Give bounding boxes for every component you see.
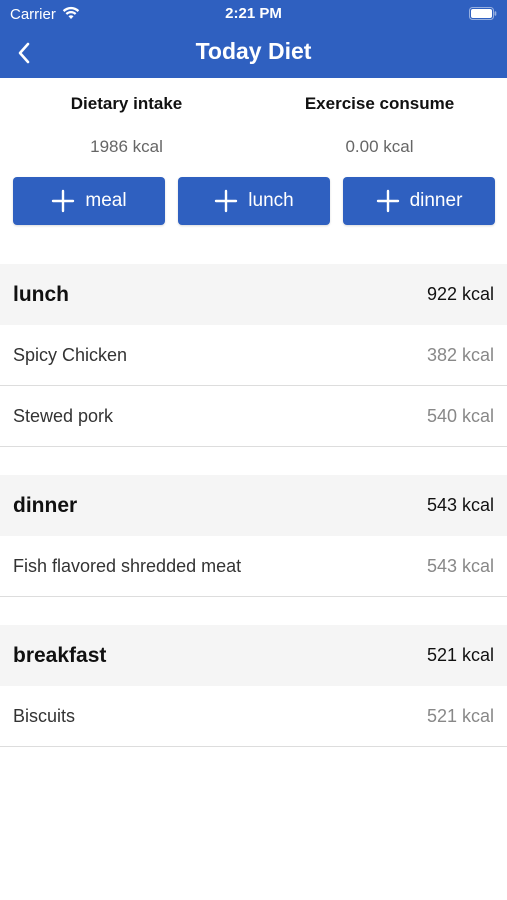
- dietary-intake-value: 1986 kcal: [90, 137, 163, 156]
- section-header-lunch: lunch 922 kcal: [0, 264, 507, 325]
- nav-header: Carrier 2:21 PM Today Diet: [0, 0, 507, 78]
- section-total-kcal: 521 kcal: [426, 645, 494, 665]
- food-row[interactable]: Biscuits 521 kcal: [0, 686, 507, 747]
- plus-icon: [376, 189, 399, 213]
- section-total-kcal: 543 kcal: [426, 495, 494, 515]
- food-name: Biscuits: [13, 705, 76, 726]
- food-kcal: 521 kcal: [426, 705, 494, 726]
- plus-icon: [52, 189, 75, 213]
- exercise-consume-value: 0.00 kcal: [345, 137, 414, 156]
- section-header-dinner: dinner 543 kcal: [0, 475, 507, 536]
- food-name: Fish flavored shredded meat: [13, 555, 242, 576]
- status-time: 2:21 PM: [225, 5, 282, 22]
- dietary-intake-panel: Dietary intake 1986 kcal: [0, 78, 253, 157]
- food-name: Stewed pork: [13, 405, 114, 426]
- battery-icon: [469, 7, 497, 20]
- meal-list: lunch 922 kcal Spicy Chicken 382 kcal St…: [0, 264, 507, 747]
- exercise-consume-panel: Exercise consume 0.00 kcal: [253, 78, 506, 157]
- section-title: breakfast: [13, 643, 107, 667]
- page-title: Today Diet: [195, 38, 312, 64]
- plus-icon: [215, 189, 238, 213]
- food-kcal: 382 kcal: [426, 344, 494, 365]
- add-dinner-button[interactable]: dinner: [343, 177, 495, 225]
- add-lunch-label: lunch: [248, 190, 294, 211]
- food-row[interactable]: Fish flavored shredded meat 543 kcal: [0, 536, 507, 597]
- add-meal-button[interactable]: meal: [13, 177, 165, 225]
- food-row[interactable]: Stewed pork 540 kcal: [0, 386, 507, 447]
- food-kcal: 543 kcal: [426, 555, 494, 576]
- add-meal-buttons: meal lunch dinner: [13, 177, 495, 225]
- add-meal-label: meal: [85, 190, 127, 211]
- food-name: Spicy Chicken: [13, 344, 128, 365]
- dietary-intake-label: Dietary intake: [70, 94, 183, 113]
- add-dinner-label: dinner: [409, 190, 463, 211]
- food-row[interactable]: Spicy Chicken 382 kcal: [0, 325, 507, 386]
- add-lunch-button[interactable]: lunch: [178, 177, 330, 225]
- section-title: lunch: [13, 282, 69, 306]
- status-bar: Carrier 2:21 PM: [0, 0, 507, 28]
- section-total-kcal: 922 kcal: [426, 284, 494, 304]
- exercise-consume-label: Exercise consume: [304, 94, 455, 113]
- food-kcal: 540 kcal: [426, 405, 494, 426]
- section-header-breakfast: breakfast 521 kcal: [0, 625, 507, 686]
- section-title: dinner: [13, 493, 78, 517]
